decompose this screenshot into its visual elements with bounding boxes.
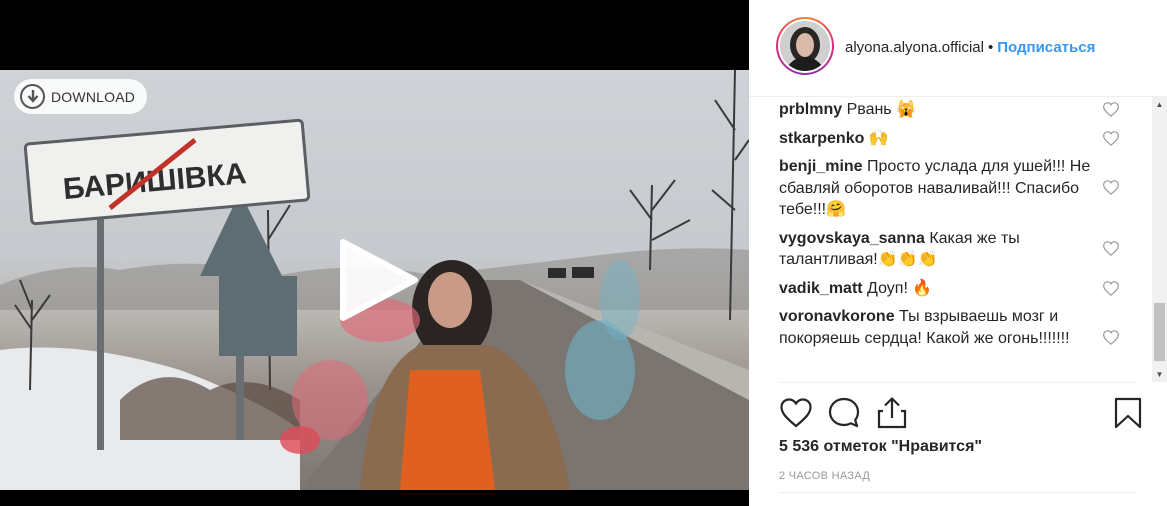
download-label: DOWNLOAD <box>51 88 136 105</box>
download-circle-icon <box>20 84 45 109</box>
share-icon[interactable] <box>875 396 909 430</box>
play-button[interactable] <box>335 238 419 322</box>
comment-username[interactable]: voronavkorone <box>779 308 895 325</box>
comment-bubble-icon[interactable] <box>827 396 861 430</box>
post-panel: alyona.alyona.official • Подписаться prblm… <box>749 0 1167 506</box>
comment-like-heart-icon[interactable] <box>1103 240 1119 256</box>
comment-list: prblmny Рвань 🙀 stkarpenko 🙌 benji_mine … <box>779 97 1137 382</box>
comment-item: stkarpenko 🙌 <box>779 128 1137 150</box>
post-timestamp[interactable]: 2 ЧАСОВ НАЗАД <box>779 470 870 482</box>
comment-item: prblmny Рвань 🙀 <box>779 99 1137 121</box>
bookmark-icon[interactable] <box>1111 396 1145 430</box>
comment-like-heart-icon[interactable] <box>1103 130 1119 146</box>
comment-item: vygovskaya_sanna Какая же ты талантливая… <box>779 228 1137 271</box>
comment-like-heart-icon[interactable] <box>1103 330 1119 345</box>
video-player[interactable]: БАРИШІВКА DOWNLOAD <box>0 0 749 506</box>
comment-username[interactable]: benji_mine <box>779 158 863 175</box>
separator-dot: • <box>987 39 994 56</box>
comment-username[interactable]: stkarpenko <box>779 130 864 147</box>
comment-item: voronavkorone Ты взрываешь мозг и покоря… <box>779 306 1137 349</box>
post-header: alyona.alyona.official • Подписаться <box>749 0 1167 97</box>
comment-text: Рвань 🙀 <box>846 101 917 118</box>
likes-count[interactable]: 5 536 отметок "Нравится" <box>779 438 982 456</box>
avatar[interactable] <box>776 17 834 75</box>
comments-scrollbar[interactable]: ▲ ▼ <box>1152 97 1167 382</box>
download-button[interactable]: DOWNLOAD <box>14 79 148 114</box>
follow-button[interactable]: Подписаться <box>997 39 1095 56</box>
scroll-up-arrow-icon[interactable]: ▲ <box>1152 97 1167 112</box>
comment-like-heart-icon[interactable] <box>1103 180 1119 195</box>
scroll-down-arrow-icon[interactable]: ▼ <box>1152 367 1167 382</box>
post-username[interactable]: alyona.alyona.official <box>845 39 984 56</box>
heart-icon[interactable] <box>779 396 813 430</box>
action-bar <box>779 382 1142 442</box>
play-icon <box>340 239 418 321</box>
scrollbar-thumb[interactable] <box>1154 303 1165 361</box>
comment-username[interactable]: vygovskaya_sanna <box>779 230 925 247</box>
divider <box>779 492 1137 493</box>
comment-username[interactable]: prblmny <box>779 101 842 118</box>
comment-item: benji_mine Просто услада для ушей!!! Не … <box>779 156 1137 221</box>
comment-username[interactable]: vadik_matt <box>779 280 863 297</box>
comment-like-heart-icon[interactable] <box>1103 280 1119 296</box>
comment-text: 🙌 <box>868 129 889 147</box>
comment-text: Доуп! 🔥 <box>867 279 933 297</box>
comment-like-heart-icon[interactable] <box>1103 102 1119 117</box>
comment-item: vadik_matt Доуп! 🔥 <box>779 278 1137 300</box>
